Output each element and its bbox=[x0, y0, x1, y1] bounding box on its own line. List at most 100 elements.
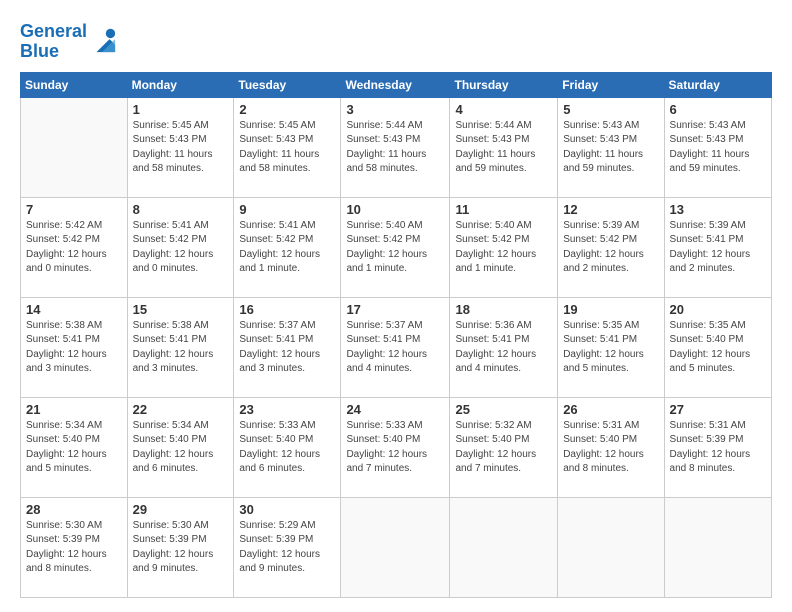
day-info: Sunrise: 5:39 AM Sunset: 5:41 PM Dayligh… bbox=[670, 219, 766, 277]
calendar-cell: 18Sunrise: 5:36 AM Sunset: 5:41 PM Dayli… bbox=[450, 297, 558, 397]
day-number: 25 bbox=[455, 402, 552, 417]
calendar-cell: 19 Sunrise: 5:35 AM Sunset: 5:41 PM Dayli… bbox=[558, 297, 664, 397]
calendar-cell: 3 Sunrise: 5:44 AM Sunset: 5:43 PM Daylig… bbox=[341, 97, 450, 197]
day-number: 1 bbox=[133, 102, 229, 117]
calendar-cell bbox=[558, 497, 664, 597]
calendar-cell: 11 Sunrise: 5:40 AM Sunset: 5:42 PM Dayli… bbox=[450, 197, 558, 297]
calendar-cell: 13 Sunrise: 5:39 AM Sunset: 5:41 PM Dayli… bbox=[664, 197, 771, 297]
day-number: 29 bbox=[133, 502, 229, 517]
logo-general: General bbox=[20, 21, 87, 41]
week-row-2: 7 Sunrise: 5:42 AM Sunset: 5:42 PM Daylig… bbox=[21, 197, 772, 297]
day-info: Sunrise: 5:32 AM Sunset: 5:40 PM Dayligh… bbox=[455, 419, 552, 477]
day-number: 28 bbox=[26, 502, 122, 517]
calendar-cell: 10Sunrise: 5:40 AM Sunset: 5:42 PM Dayli… bbox=[341, 197, 450, 297]
day-info: Sunrise: 5:31 AM Sunset: 5:40 PM Dayligh… bbox=[563, 419, 658, 477]
calendar-cell bbox=[21, 97, 128, 197]
calendar-table: SundayMondayTuesdayWednesdayThursdayFrid… bbox=[20, 72, 772, 598]
calendar-cell: 8 Sunrise: 5:41 AM Sunset: 5:42 PM Daylig… bbox=[127, 197, 234, 297]
calendar-cell bbox=[341, 497, 450, 597]
day-info: Sunrise: 5:35 AM Sunset: 5:40 PM Dayligh… bbox=[670, 319, 766, 377]
day-number: 21 bbox=[26, 402, 122, 417]
calendar-cell: 22 Sunrise: 5:34 AM Sunset: 5:40 PM Dayli… bbox=[127, 397, 234, 497]
day-number: 10 bbox=[346, 202, 444, 217]
week-row-1: 1 Sunrise: 5:45 AM Sunset: 5:43 PM Daylig… bbox=[21, 97, 772, 197]
calendar-cell: 28 Sunrise: 5:30 AM Sunset: 5:39 PM Dayli… bbox=[21, 497, 128, 597]
day-number: 6 bbox=[670, 102, 766, 117]
week-row-4: 21 Sunrise: 5:34 AM Sunset: 5:40 PM Dayli… bbox=[21, 397, 772, 497]
day-info: Sunrise: 5:34 AM Sunset: 5:40 PM Dayligh… bbox=[26, 419, 122, 477]
day-info: Sunrise: 5:31 AM Sunset: 5:39 PM Dayligh… bbox=[670, 419, 766, 477]
calendar-cell: 5 Sunrise: 5:43 AM Sunset: 5:43 PM Daylig… bbox=[558, 97, 664, 197]
day-info: Sunrise: 5:44 AM Sunset: 5:43 PM Dayligh… bbox=[455, 119, 552, 177]
weekday-header-thursday: Thursday bbox=[450, 72, 558, 97]
day-number: 7 bbox=[26, 202, 122, 217]
day-info: Sunrise: 5:42 AM Sunset: 5:42 PM Dayligh… bbox=[26, 219, 122, 277]
calendar-cell: 1 Sunrise: 5:45 AM Sunset: 5:43 PM Daylig… bbox=[127, 97, 234, 197]
day-info: Sunrise: 5:40 AM Sunset: 5:42 PM Dayligh… bbox=[455, 219, 552, 277]
day-number: 14 bbox=[26, 302, 122, 317]
calendar-cell: 23 Sunrise: 5:33 AM Sunset: 5:40 PM Dayli… bbox=[234, 397, 341, 497]
calendar-cell: 30Sunrise: 5:29 AM Sunset: 5:39 PM Dayli… bbox=[234, 497, 341, 597]
day-info: Sunrise: 5:44 AM Sunset: 5:43 PM Dayligh… bbox=[346, 119, 444, 177]
day-number: 3 bbox=[346, 102, 444, 117]
day-info: Sunrise: 5:45 AM Sunset: 5:43 PM Dayligh… bbox=[133, 119, 229, 177]
day-number: 22 bbox=[133, 402, 229, 417]
day-info: Sunrise: 5:34 AM Sunset: 5:40 PM Dayligh… bbox=[133, 419, 229, 477]
day-info: Sunrise: 5:37 AM Sunset: 5:41 PM Dayligh… bbox=[346, 319, 444, 377]
day-info: Sunrise: 5:43 AM Sunset: 5:43 PM Dayligh… bbox=[670, 119, 766, 177]
day-number: 23 bbox=[239, 402, 335, 417]
calendar-cell: 7 Sunrise: 5:42 AM Sunset: 5:42 PM Daylig… bbox=[21, 197, 128, 297]
calendar-cell: 2Sunrise: 5:45 AM Sunset: 5:43 PM Daylig… bbox=[234, 97, 341, 197]
week-row-3: 14 Sunrise: 5:38 AM Sunset: 5:41 PM Dayli… bbox=[21, 297, 772, 397]
day-info: Sunrise: 5:30 AM Sunset: 5:39 PM Dayligh… bbox=[26, 519, 122, 577]
calendar-cell: 26 Sunrise: 5:31 AM Sunset: 5:40 PM Dayli… bbox=[558, 397, 664, 497]
day-number: 8 bbox=[133, 202, 229, 217]
day-info: Sunrise: 5:41 AM Sunset: 5:42 PM Dayligh… bbox=[133, 219, 229, 277]
weekday-header-friday: Friday bbox=[558, 72, 664, 97]
page: General Blue SundayMondayTuesdayWednesda… bbox=[0, 0, 792, 612]
weekday-header-row: SundayMondayTuesdayWednesdayThursdayFrid… bbox=[21, 72, 772, 97]
day-number: 18 bbox=[455, 302, 552, 317]
calendar-cell: 4Sunrise: 5:44 AM Sunset: 5:43 PM Daylig… bbox=[450, 97, 558, 197]
day-number: 24 bbox=[346, 402, 444, 417]
calendar-cell: 14 Sunrise: 5:38 AM Sunset: 5:41 PM Dayli… bbox=[21, 297, 128, 397]
logo-icon bbox=[89, 26, 117, 54]
day-number: 13 bbox=[670, 202, 766, 217]
calendar-cell: 21 Sunrise: 5:34 AM Sunset: 5:40 PM Dayli… bbox=[21, 397, 128, 497]
header: General Blue bbox=[20, 18, 772, 62]
day-info: Sunrise: 5:35 AM Sunset: 5:41 PM Dayligh… bbox=[563, 319, 658, 377]
calendar-cell bbox=[450, 497, 558, 597]
logo-text: General Blue bbox=[20, 22, 87, 62]
calendar-cell: 15Sunrise: 5:38 AM Sunset: 5:41 PM Dayli… bbox=[127, 297, 234, 397]
calendar-cell: 27 Sunrise: 5:31 AM Sunset: 5:39 PM Dayli… bbox=[664, 397, 771, 497]
day-info: Sunrise: 5:43 AM Sunset: 5:43 PM Dayligh… bbox=[563, 119, 658, 177]
day-info: Sunrise: 5:39 AM Sunset: 5:42 PM Dayligh… bbox=[563, 219, 658, 277]
calendar-cell: 6 Sunrise: 5:43 AM Sunset: 5:43 PM Daylig… bbox=[664, 97, 771, 197]
day-info: Sunrise: 5:37 AM Sunset: 5:41 PM Dayligh… bbox=[239, 319, 335, 377]
calendar-cell: 29 Sunrise: 5:30 AM Sunset: 5:39 PM Dayli… bbox=[127, 497, 234, 597]
weekday-header-wednesday: Wednesday bbox=[341, 72, 450, 97]
calendar-cell: 12 Sunrise: 5:39 AM Sunset: 5:42 PM Dayli… bbox=[558, 197, 664, 297]
day-number: 26 bbox=[563, 402, 658, 417]
day-number: 12 bbox=[563, 202, 658, 217]
week-row-5: 28 Sunrise: 5:30 AM Sunset: 5:39 PM Dayli… bbox=[21, 497, 772, 597]
day-number: 17 bbox=[346, 302, 444, 317]
calendar-cell: 24Sunrise: 5:33 AM Sunset: 5:40 PM Dayli… bbox=[341, 397, 450, 497]
weekday-header-monday: Monday bbox=[127, 72, 234, 97]
weekday-header-saturday: Saturday bbox=[664, 72, 771, 97]
day-info: Sunrise: 5:38 AM Sunset: 5:41 PM Dayligh… bbox=[26, 319, 122, 377]
calendar-cell: 9Sunrise: 5:41 AM Sunset: 5:42 PM Daylig… bbox=[234, 197, 341, 297]
logo: General Blue bbox=[20, 22, 117, 62]
day-info: Sunrise: 5:45 AM Sunset: 5:43 PM Dayligh… bbox=[239, 119, 335, 177]
day-number: 27 bbox=[670, 402, 766, 417]
day-info: Sunrise: 5:41 AM Sunset: 5:42 PM Dayligh… bbox=[239, 219, 335, 277]
day-number: 20 bbox=[670, 302, 766, 317]
calendar-cell: 20 Sunrise: 5:35 AM Sunset: 5:40 PM Dayli… bbox=[664, 297, 771, 397]
day-info: Sunrise: 5:33 AM Sunset: 5:40 PM Dayligh… bbox=[239, 419, 335, 477]
day-number: 19 bbox=[563, 302, 658, 317]
day-info: Sunrise: 5:38 AM Sunset: 5:41 PM Dayligh… bbox=[133, 319, 229, 377]
weekday-header-tuesday: Tuesday bbox=[234, 72, 341, 97]
day-number: 11 bbox=[455, 202, 552, 217]
day-number: 5 bbox=[563, 102, 658, 117]
day-info: Sunrise: 5:30 AM Sunset: 5:39 PM Dayligh… bbox=[133, 519, 229, 577]
